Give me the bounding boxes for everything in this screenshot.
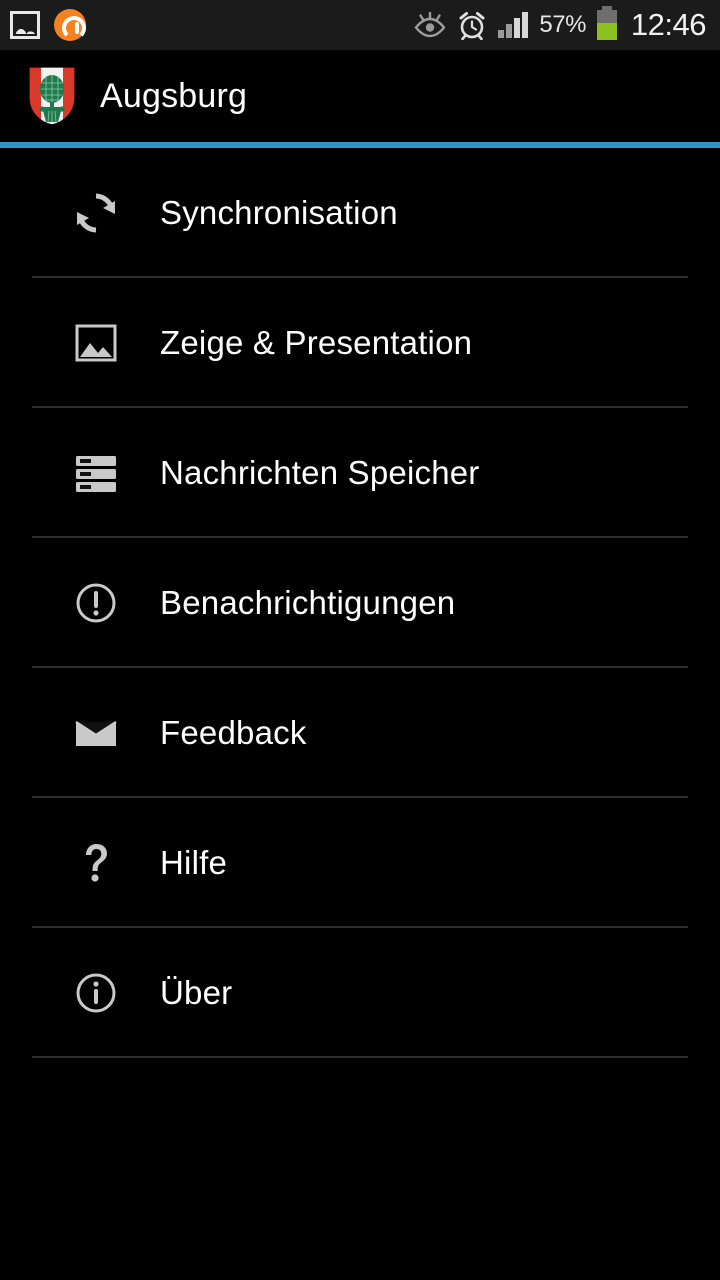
battery-fill (596, 22, 617, 40)
list-item-label: Feedback (160, 714, 307, 751)
augsburg-coat-of-arms-icon[interactable] (26, 65, 78, 127)
list-item-nachrichten-speicher[interactable]: Nachrichten Speicher (0, 408, 720, 538)
list-item-label: Zeige & Presentation (160, 324, 473, 361)
list-item-synchronisation[interactable]: Synchronisation (0, 148, 720, 278)
status-bar[interactable]: 57% 12:46 (0, 0, 720, 50)
status-bar-notification-icons (10, 9, 414, 41)
list-item-label: Über (160, 974, 233, 1011)
signal-bar-4 (522, 12, 529, 38)
settings-list: Synchronisation Zeige & Presentation Nac… (0, 148, 720, 1058)
action-bar[interactable]: Augsburg (0, 50, 720, 142)
status-bar-system-icons: 57% 12:46 (414, 6, 707, 43)
signal-bars-icon (498, 12, 529, 38)
signal-bar-2 (506, 24, 513, 38)
image-gallery-icon (70, 317, 122, 369)
page-title: Augsburg (100, 76, 248, 115)
list-item-label: Benachrichtigungen (160, 584, 456, 621)
storage-database-icon (70, 447, 122, 499)
status-bar-clock: 12:46 (630, 7, 707, 42)
list-item-hilfe[interactable]: Hilfe (0, 798, 720, 928)
question-mark-icon (70, 837, 122, 889)
alert-exclamation-circle-icon (70, 577, 122, 629)
signal-bar-1 (498, 30, 505, 38)
list-item-feedback[interactable]: Feedback (0, 668, 720, 798)
battery-icon (596, 6, 617, 40)
sync-refresh-icon (70, 187, 122, 239)
photo-screenshot-icon (10, 11, 40, 39)
list-item-label: Hilfe (160, 844, 228, 881)
list-item-benachrichtigungen[interactable]: Benachrichtigungen (0, 538, 720, 668)
list-item-label: Nachrichten Speicher (160, 454, 480, 491)
list-item-label: Synchronisation (160, 194, 398, 231)
orange-app-icon (54, 9, 86, 41)
list-item-uber[interactable]: Über (0, 928, 720, 1058)
alarm-clock-icon (457, 10, 487, 40)
envelope-mail-icon (70, 707, 122, 759)
info-circle-icon (70, 967, 122, 1019)
battery-percent-label: 57% (539, 11, 586, 38)
smart-stay-eye-icon (414, 12, 446, 38)
signal-bar-3 (514, 18, 521, 38)
list-item-zeige-presentation[interactable]: Zeige & Presentation (0, 278, 720, 408)
